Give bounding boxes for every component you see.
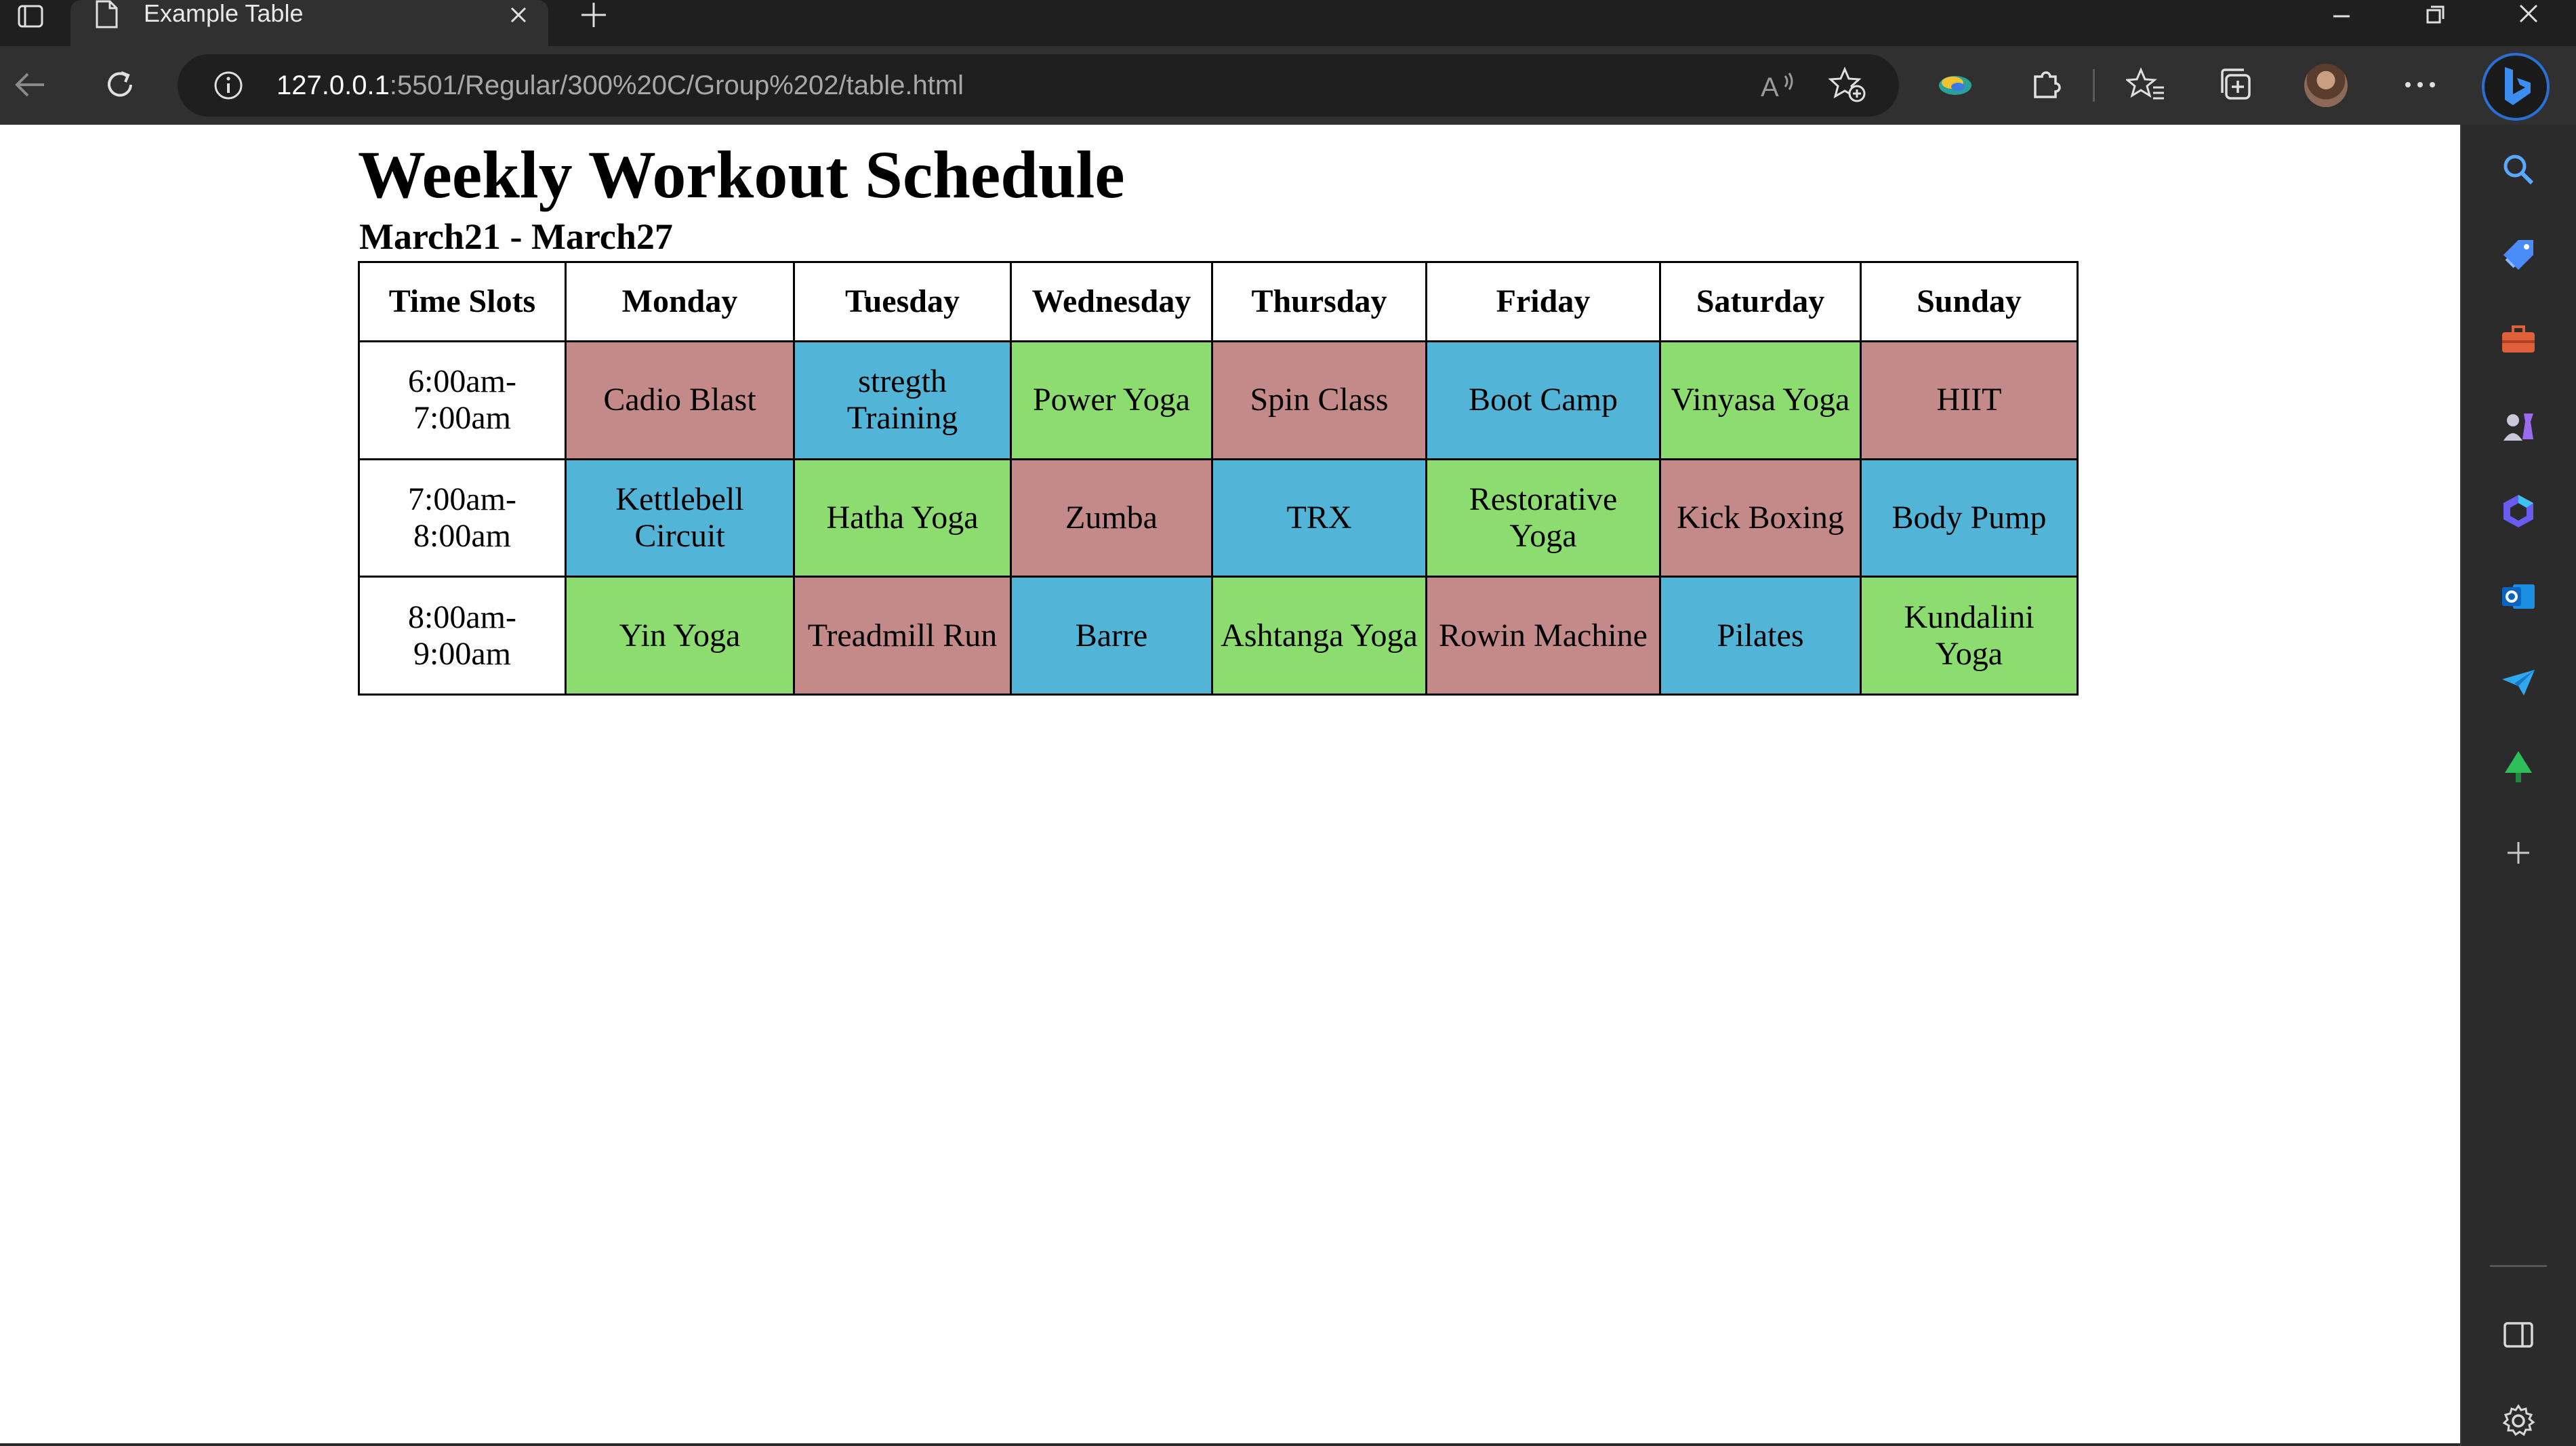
refresh-button[interactable] — [96, 61, 144, 108]
header-thursday: Thursday — [1211, 261, 1427, 342]
new-tab-button[interactable] — [575, 0, 613, 30]
navigation-bar: 127.0.0.1:5501/Regular/300%20C/Group%202… — [0, 46, 2576, 125]
edge-sidebar — [2460, 125, 2576, 1446]
bing-icon[interactable] — [2482, 53, 2550, 121]
toolbox-icon[interactable] — [2497, 319, 2540, 362]
extension-icon[interactable] — [1931, 61, 1979, 108]
puzzle-icon[interactable] — [2022, 61, 2070, 108]
tab-strip: Example Table — [0, 0, 2576, 46]
minimize-button[interactable] — [2304, 0, 2379, 30]
class-cell: stregth Training — [793, 340, 1012, 460]
favorites-icon[interactable] — [2123, 61, 2170, 108]
address-bar[interactable]: 127.0.0.1:5501/Regular/300%20C/Group%202… — [178, 54, 1899, 117]
url-host: 127.0.0.1 — [277, 71, 390, 100]
table-row: 6:00am-7:00am Cadio Blast stregth Traini… — [358, 340, 2079, 460]
minimize-icon — [2333, 15, 2350, 18]
header-friday: Friday — [1425, 261, 1661, 342]
time-slot-cell: 6:00am-7:00am — [358, 340, 567, 460]
header-time-slots: Time Slots — [358, 261, 567, 342]
class-cell: Body Pump — [1860, 458, 2079, 578]
outlook-icon[interactable] — [2497, 575, 2540, 618]
restore-icon — [2426, 5, 2445, 24]
settings-icon[interactable] — [2497, 1399, 2540, 1443]
class-cell: Cadio Blast — [565, 340, 795, 460]
url-text[interactable]: 127.0.0.1:5501/Regular/300%20C/Group%202… — [277, 54, 964, 117]
class-cell: Ashtanga Yoga — [1211, 576, 1427, 696]
tab-actions-icon[interactable] — [7, 0, 54, 33]
copilot-icon[interactable] — [2497, 489, 2540, 533]
time-slot-cell: 7:00am-8:00am — [358, 458, 567, 578]
class-cell: Restorative Yoga — [1425, 458, 1661, 578]
class-cell: Zumba — [1010, 458, 1213, 578]
class-cell: Treadmill Run — [793, 576, 1012, 696]
class-cell: Kick Boxing — [1659, 458, 1862, 578]
toolbar-divider — [2093, 69, 2095, 102]
add-favorite-icon[interactable] — [1827, 66, 1868, 104]
back-arrow-icon — [15, 73, 44, 97]
class-cell: Kundalini Yoga — [1860, 576, 2079, 696]
class-cell: Yin Yoga — [565, 576, 795, 696]
class-cell: Vinyasa Yoga — [1659, 340, 1862, 460]
active-tab[interactable]: Example Table — [70, 0, 548, 46]
page-title: Weekly Workout Schedule — [358, 137, 1125, 212]
restore-button[interactable] — [2398, 0, 2472, 30]
close-icon — [2519, 4, 2538, 23]
class-cell: Power Yoga — [1010, 340, 1213, 460]
page-content: Weekly Workout Schedule March21 - March2… — [0, 125, 2459, 1443]
class-cell: Hatha Yoga — [793, 458, 1012, 578]
back-button[interactable] — [7, 61, 54, 108]
header-tuesday: Tuesday — [793, 261, 1012, 342]
page-icon — [94, 0, 119, 30]
plus-icon — [581, 3, 606, 27]
tree-icon[interactable] — [2497, 746, 2540, 789]
class-cell: Pilates — [1659, 576, 1862, 696]
window-bottom-border — [0, 1443, 2460, 1446]
collections-icon[interactable] — [2212, 61, 2260, 108]
add-icon[interactable] — [2497, 831, 2540, 875]
more-icon[interactable] — [2396, 61, 2444, 108]
sidebar-divider — [2490, 1265, 2547, 1267]
table-row: 7:00am-8:00am Kettlebell Circuit Hatha Y… — [358, 458, 2079, 578]
class-cell: Rowin Machine — [1425, 576, 1661, 696]
table-header-row: Time Slots Monday Tuesday Wednesday Thur… — [358, 261, 2079, 342]
sidebar-toggle-icon[interactable] — [2497, 1314, 2540, 1357]
header-monday: Monday — [565, 261, 795, 342]
header-saturday: Saturday — [1659, 261, 1862, 342]
window-close-button[interactable] — [2491, 0, 2566, 30]
shopping-tag-icon[interactable] — [2497, 233, 2540, 277]
class-cell: Kettlebell Circuit — [565, 458, 795, 578]
class-cell: HIIT — [1860, 340, 2079, 460]
games-icon[interactable] — [2497, 404, 2540, 447]
class-cell: TRX — [1211, 458, 1427, 578]
time-slot-cell: 8:00am-9:00am — [358, 576, 567, 696]
send-icon[interactable] — [2497, 660, 2540, 704]
close-icon[interactable] — [504, 0, 533, 30]
url-path: :5501/Regular/300%20C/Group%202/table.ht… — [389, 71, 964, 100]
workout-schedule-table: Time Slots Monday Tuesday Wednesday Thur… — [358, 261, 2079, 696]
table-row: 8:00am-9:00am Yin Yoga Treadmill Run Bar… — [358, 576, 2079, 696]
refresh-icon — [108, 71, 132, 97]
info-icon[interactable] — [211, 68, 245, 102]
tab-title: Example Table — [144, 0, 304, 27]
class-cell: Spin Class — [1211, 340, 1427, 460]
search-icon[interactable] — [2497, 148, 2540, 191]
profile-avatar[interactable] — [2304, 64, 2348, 107]
page-subtitle: March21 - March27 — [359, 216, 673, 257]
svg-text:A: A — [1761, 73, 1779, 102]
read-aloud-icon[interactable]: A — [1758, 66, 1799, 104]
class-cell: Boot Camp — [1425, 340, 1661, 460]
class-cell: Barre — [1010, 576, 1213, 696]
header-wednesday: Wednesday — [1010, 261, 1213, 342]
header-sunday: Sunday — [1860, 261, 2079, 342]
